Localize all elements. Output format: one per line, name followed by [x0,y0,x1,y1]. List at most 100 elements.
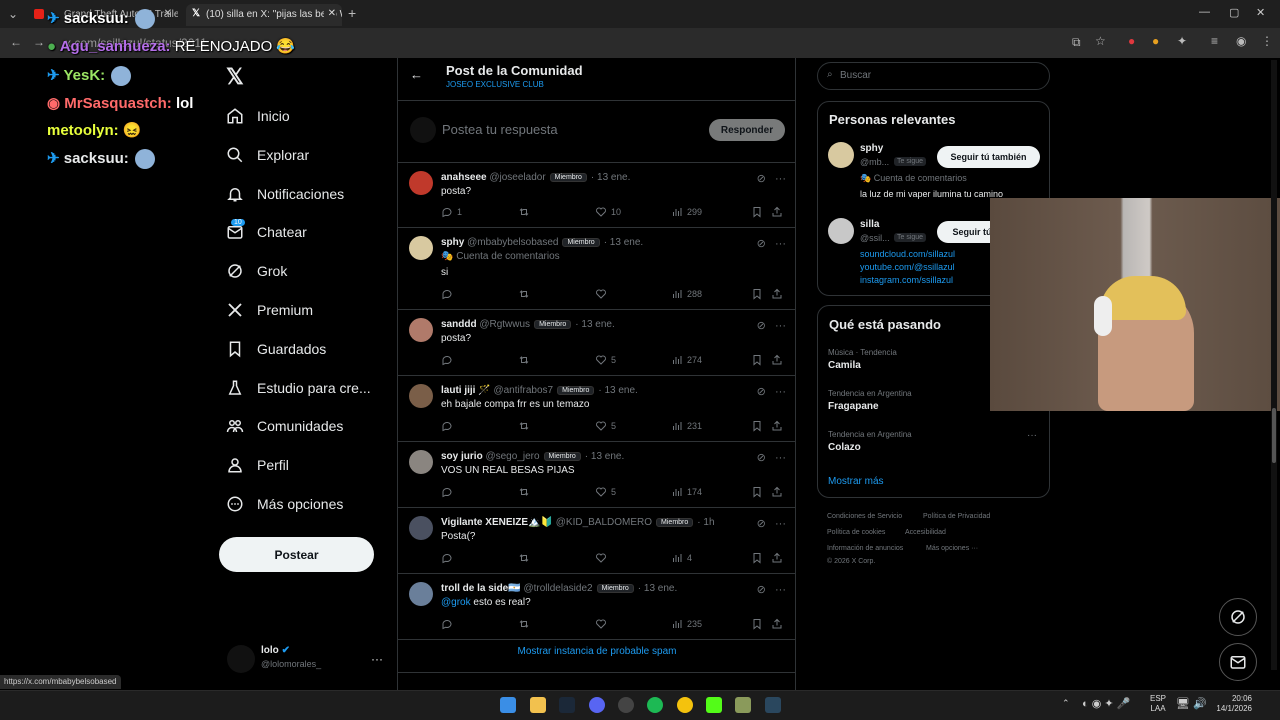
more-icon[interactable]: ··· [775,584,786,596]
grok-icon[interactable]: ⊘ [757,238,766,250]
footer-link[interactable]: Más opciones ··· [926,545,978,552]
scrollbar-thumb[interactable] [1272,408,1276,463]
nav-explore[interactable]: Explorar [226,141,386,169]
repost-action[interactable] [518,420,534,432]
reply-author[interactable]: troll de la side🇦🇷 [441,583,521,594]
avatar[interactable] [409,450,433,474]
tray-chevron-icon[interactable]: ⌃ [1062,698,1070,709]
like-action[interactable]: 5 [595,354,616,366]
grok-icon[interactable]: ⊘ [757,584,766,596]
mention-link[interactable]: @grok [441,597,471,608]
windows-start-icon[interactable] [500,697,516,713]
extensions-puzzle-icon[interactable]: ✦ [1177,34,1187,48]
tray-icons[interactable]: ◐ ◉ ✦ 🎤 [1082,697,1130,710]
close-tab-icon[interactable]: ✕ [323,8,336,19]
views-action[interactable]: 231 [671,420,702,432]
like-action[interactable] [595,552,611,564]
nav-notifications[interactable]: Notificaciones [226,180,386,208]
reply-action[interactable] [441,618,457,630]
person-name[interactable]: sphy [860,143,883,154]
nav-communities[interactable]: Comunidades [226,412,386,440]
reply-handle[interactable]: @KID_BALDOMERO [556,517,652,528]
grok-icon[interactable]: ⊘ [757,518,766,530]
bookmark-action[interactable] [751,354,767,366]
avatar[interactable] [828,142,854,168]
reply-date[interactable]: 13 ene. [597,172,630,183]
like-action[interactable]: 5 [595,486,616,498]
avatar[interactable] [409,384,433,408]
reply-item[interactable]: lauti jiji 🪄 @antifrabos7 Miembro · 13 ene… [398,376,796,442]
nav-creator-studio[interactable]: Estudio para cre... [226,374,386,402]
new-tab-button[interactable]: + [348,5,356,21]
discord-icon[interactable] [589,697,605,713]
spotify-icon[interactable] [647,697,663,713]
footer-link[interactable]: Política de cookies [827,529,885,536]
repost-action[interactable] [518,288,534,300]
reply-item[interactable]: soy jurio @sego_jero Miembro · 13 ene. ⊘ ··… [398,442,796,508]
post-button[interactable]: Postear [219,537,374,572]
like-action[interactable]: 5 [595,420,616,432]
bookmark-action[interactable] [751,486,767,498]
reply-author[interactable]: anahseee [441,172,487,183]
reply-date[interactable]: 13 ene. [591,451,624,462]
bookmark-action[interactable] [751,552,767,564]
reply-action[interactable] [441,354,457,366]
forward-icon[interactable]: → [33,35,45,49]
repost-action[interactable] [518,206,534,218]
nav-home[interactable]: Inicio [226,102,386,130]
reply-action[interactable] [441,486,457,498]
person-name[interactable]: silla [860,219,879,230]
reply-handle[interactable]: @mbabybelsobased [467,237,558,248]
share-action[interactable] [771,288,787,300]
reply-handle[interactable]: @sego_jero [485,451,539,462]
close-tab-icon[interactable]: ✕ [164,8,172,19]
minimize-icon[interactable]: — [1199,6,1210,18]
footer-link[interactable]: Condiciones de Servicio [827,513,902,520]
reply-action[interactable]: 1 [441,206,462,218]
more-icon[interactable]: ··· [775,386,786,398]
steam-icon[interactable] [559,697,575,713]
share-action[interactable] [771,206,787,218]
reply-item[interactable]: anahseee @joseelador Miembro · 13 ene. ⊘ ··… [398,163,796,228]
views-action[interactable]: 274 [671,354,702,366]
close-window-icon[interactable]: ✕ [1256,6,1265,19]
profile-link[interactable]: soundcloud.com/sillazul [860,249,955,259]
views-action[interactable]: 299 [671,206,702,218]
share-action[interactable] [771,618,787,630]
tab-x-post[interactable]: 𝕏 (10) silla en X: "pijas las beso W ✕ [186,4,342,26]
reply-author[interactable]: lauti jiji 🪄 [441,385,491,396]
bookmark-action[interactable] [751,420,767,432]
reply-input[interactable]: Postea tu respuesta [442,122,558,137]
network-volume-icons[interactable]: 🖥 🔊 [1176,697,1207,710]
like-action[interactable] [595,288,611,300]
views-action[interactable]: 288 [671,288,702,300]
language-indicator[interactable]: ESP LAA [1150,694,1166,714]
reply-item[interactable]: sphy @mbabybelsobased Miembro · 13 ene. ⊘ ·… [398,228,796,310]
more-icon[interactable]: ··· [775,238,786,250]
footer-link[interactable]: Accesibilidad [905,529,946,536]
chrome-icon[interactable] [677,697,693,713]
more-icon[interactable]: ··· [775,173,786,185]
profile-link[interactable]: instagram.com/ssillazul [860,275,953,285]
kick-icon[interactable] [706,697,722,713]
grok-icon[interactable]: ⊘ [757,320,766,332]
grok-icon[interactable]: ⊘ [757,452,766,464]
reply-item[interactable]: troll de la side🇦🇷 @trolldelaside2 Miembr… [398,574,796,640]
media-control-icon[interactable]: ≡ [1211,34,1218,48]
more-icon[interactable]: ··· [775,452,786,464]
nav-premium[interactable]: Premium [226,296,386,324]
reply-action[interactable] [441,420,457,432]
back-icon[interactable]: ← [10,35,22,49]
like-action[interactable] [595,618,611,630]
show-more-link[interactable]: Mostrar más [828,476,884,487]
maximize-icon[interactable]: ▢ [1229,6,1239,19]
file-explorer-icon[interactable] [530,697,546,713]
reply-date[interactable]: 13 ene. [604,385,637,396]
share-action[interactable] [771,354,787,366]
back-arrow-icon[interactable]: ← [410,67,423,82]
profile-link[interactable]: youtube.com/@ssillazul [860,262,955,272]
grok-icon[interactable]: ⊘ [757,173,766,185]
views-action[interactable]: 174 [671,486,702,498]
nav-more[interactable]: Más opciones [226,490,386,518]
nav-profile[interactable]: Perfil [226,451,386,479]
